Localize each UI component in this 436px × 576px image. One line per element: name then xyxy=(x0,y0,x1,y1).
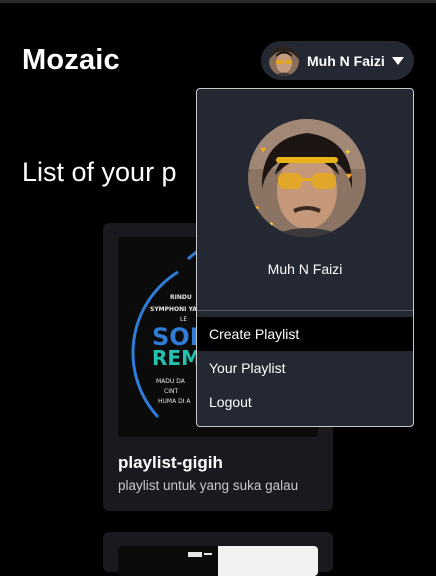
cover-text-7: CINT xyxy=(164,388,178,395)
user-menu-button[interactable]: Muh N Faizi xyxy=(261,41,414,80)
profile-name: Muh N Faizi xyxy=(267,261,343,277)
cover-text-3: LE xyxy=(180,316,187,323)
cover-text-2: SYMPHONI YA xyxy=(150,306,197,313)
heart-sticker-icon: ♥ xyxy=(346,171,352,182)
star-sticker-icon: ✦ xyxy=(268,220,275,229)
playlist-title: playlist-gigih xyxy=(118,453,223,472)
cover-text-5: REM xyxy=(152,346,201,370)
user-avatar-icon xyxy=(269,45,299,76)
top-border xyxy=(0,0,436,3)
menu-divider xyxy=(197,310,413,311)
cover-text-1: RINDU xyxy=(170,294,192,301)
profile-avatar-icon: ♥ ♥ ♥ ✦ ✦ xyxy=(248,119,366,237)
menu-item-create-playlist[interactable]: Create Playlist xyxy=(197,317,413,351)
playlist-description: playlist untuk yang suka galau xyxy=(118,478,299,493)
heart-sticker-icon: ♥ xyxy=(254,203,259,213)
cover-text-6: MADU DA xyxy=(156,378,186,385)
section-title: List of your p xyxy=(22,157,177,187)
playlist-card[interactable] xyxy=(103,532,333,576)
heart-sticker-icon: ♥ xyxy=(260,145,266,156)
user-name-label: Muh N Faizi xyxy=(307,52,385,69)
brand-logo-text[interactable]: Mozaic xyxy=(22,44,120,77)
playlist-cover-image xyxy=(118,546,318,576)
caret-down-icon xyxy=(391,56,404,65)
star-sticker-icon: ✦ xyxy=(344,147,352,157)
menu-item-your-playlist[interactable]: Your Playlist xyxy=(197,351,413,385)
cover-text-8: HUMA DI A xyxy=(158,398,191,405)
menu-item-logout[interactable]: Logout xyxy=(197,385,413,419)
user-dropdown-menu: ♥ ♥ ♥ ✦ ✦ Muh N Faizi Create Playlist Yo… xyxy=(196,88,414,427)
